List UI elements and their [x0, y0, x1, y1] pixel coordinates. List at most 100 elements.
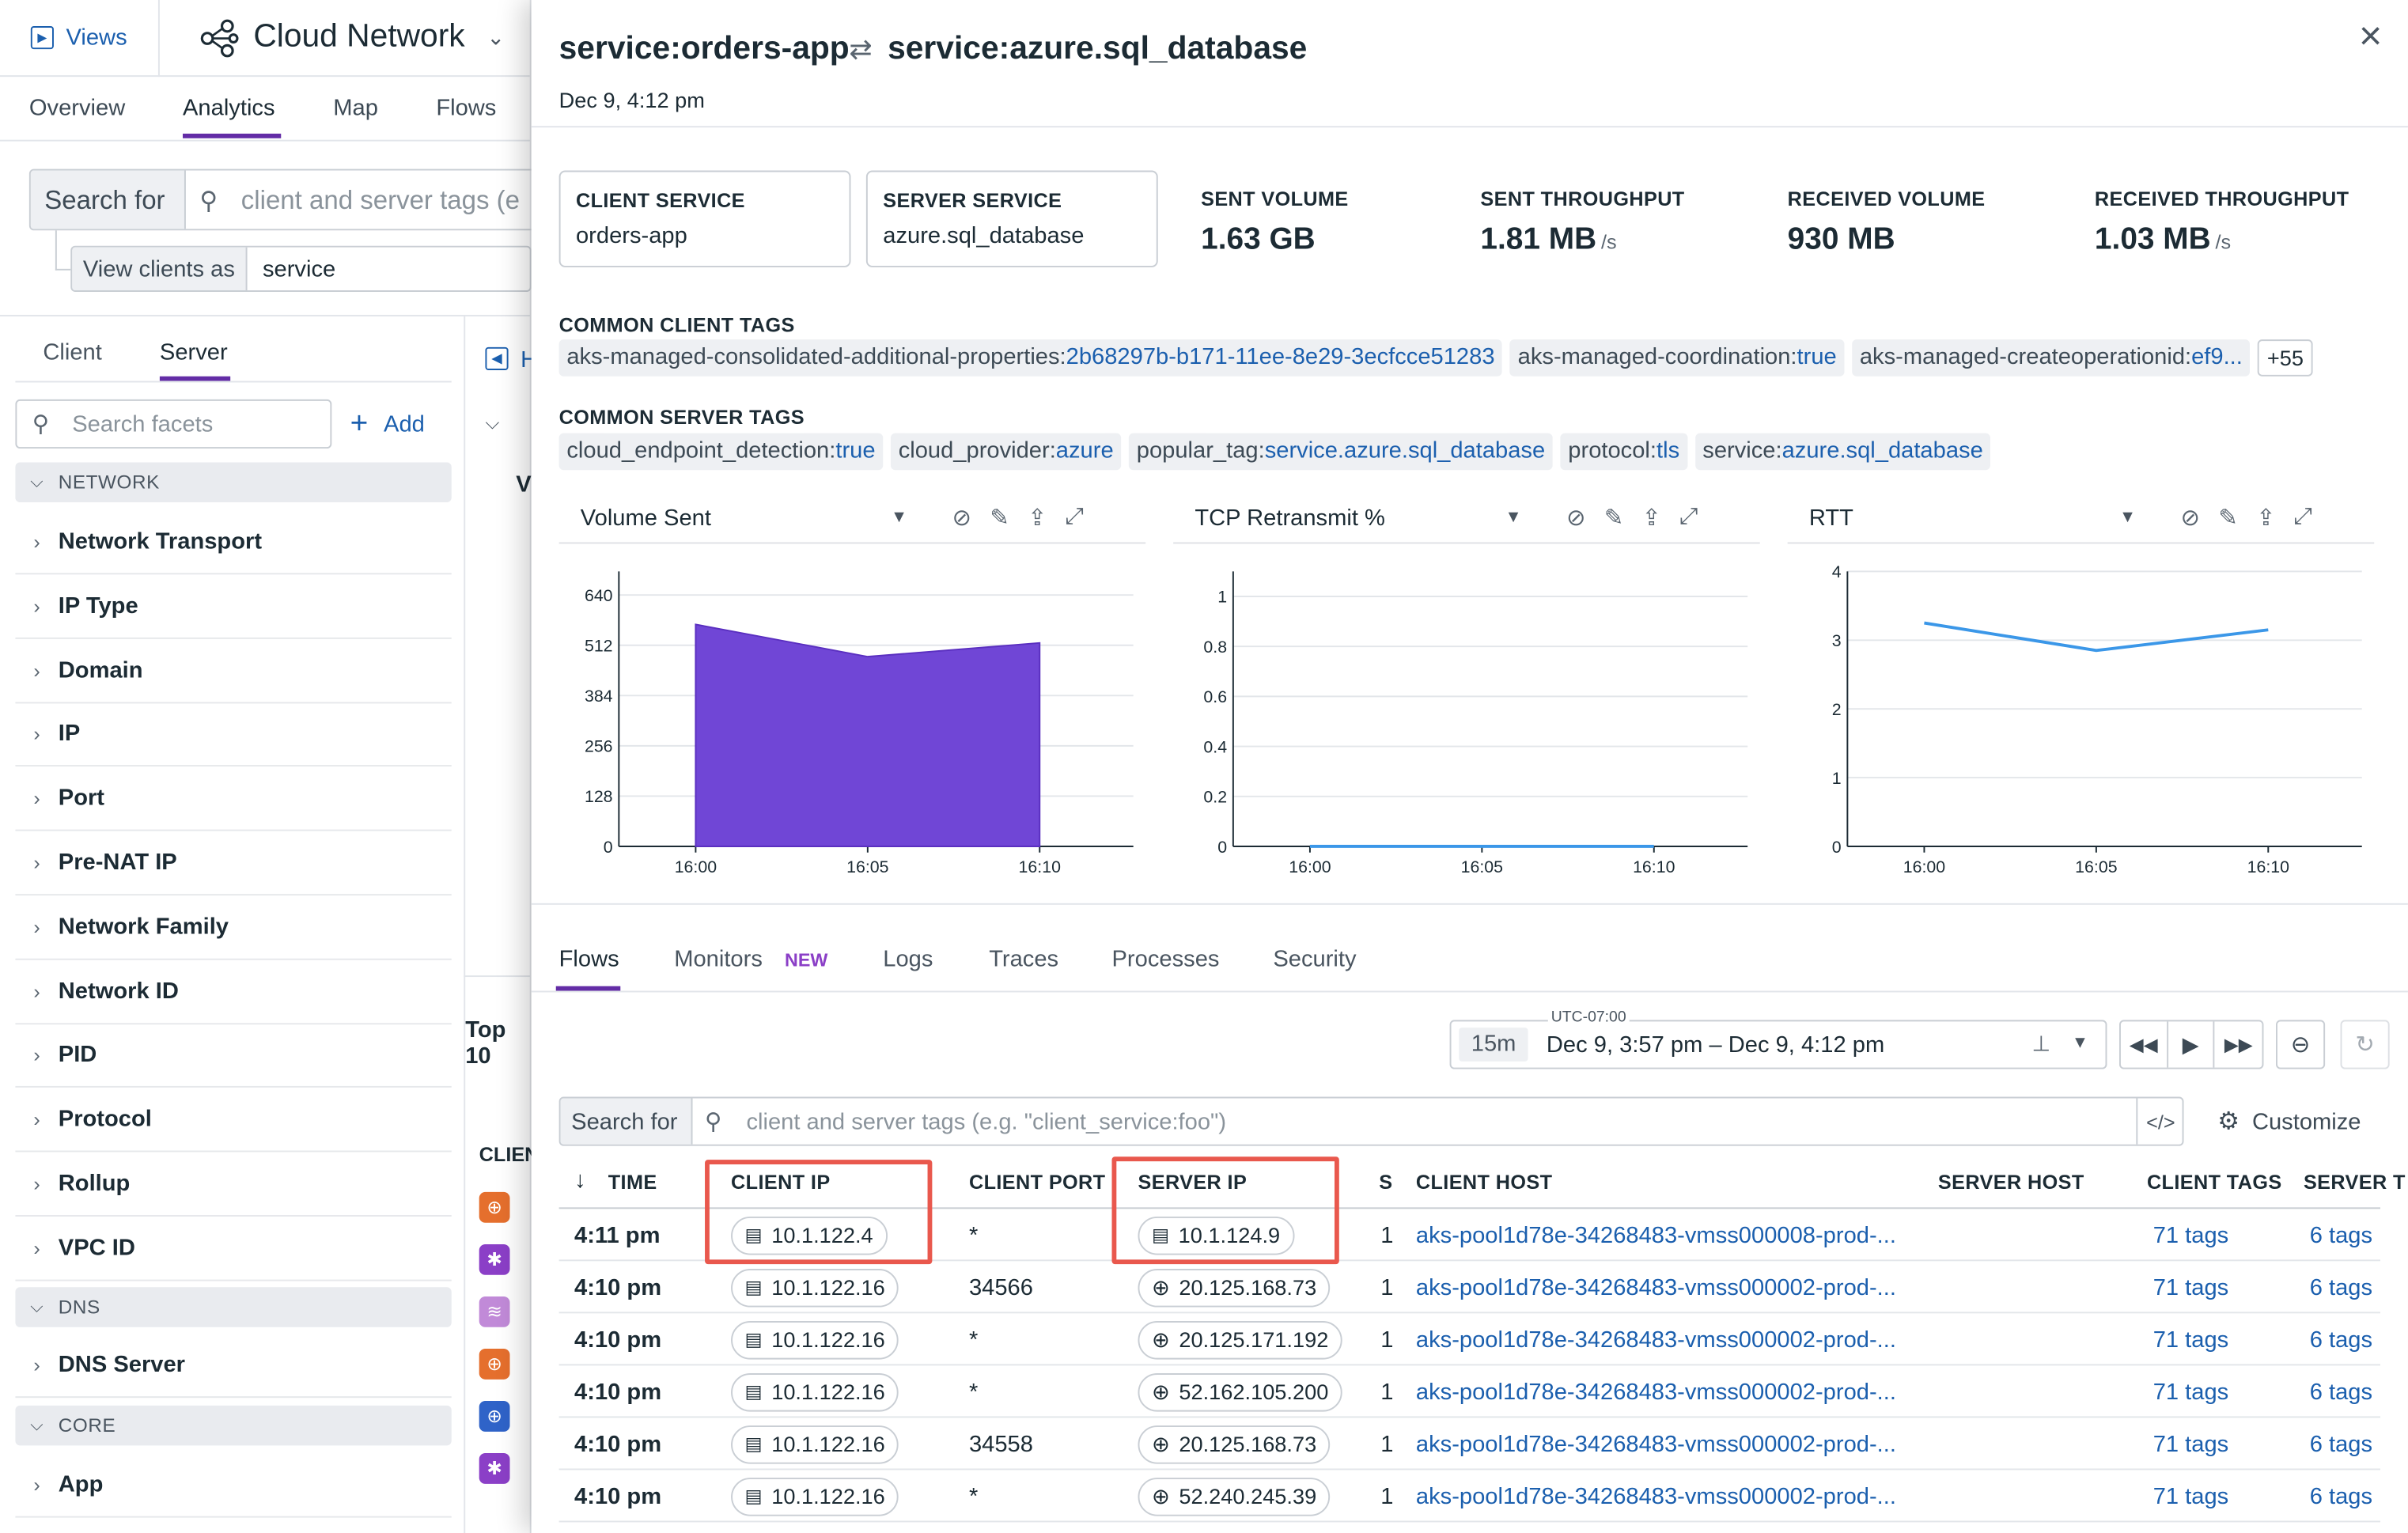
server-tag[interactable]: cloud_provider:azure [890, 433, 1122, 471]
play-icon[interactable]: ▶ [2168, 1021, 2216, 1068]
tab-processes[interactable]: Processes [1112, 946, 1220, 972]
section-network[interactable]: ⌵ NETWORK [15, 462, 452, 503]
facet-item[interactable]: › Domain [15, 638, 452, 703]
collapse-icon[interactable]: ◀ [485, 346, 509, 370]
server-ip-pill[interactable]: ⊕ 20.125.168.73 [1138, 1425, 1331, 1463]
more-tags-button[interactable]: +55 [2258, 339, 2313, 377]
facet-item[interactable]: › VPC ID [15, 1217, 452, 1281]
section-core[interactable]: ⌵ CORE [15, 1405, 452, 1446]
fullscreen-icon[interactable]: ⤢ [2294, 504, 2312, 532]
facet-tab-client[interactable]: Client [43, 339, 101, 365]
tab-traces[interactable]: Traces [989, 946, 1058, 972]
col-client-host[interactable]: CLIENT HOST [1416, 1171, 1553, 1194]
client-tags-link[interactable]: 71 tags [2153, 1261, 2229, 1313]
view-clients-as-select[interactable]: service [263, 256, 335, 282]
facet-tab-server[interactable]: Server [160, 339, 228, 365]
fullscreen-icon[interactable]: ⤢ [1066, 504, 1084, 532]
section-dns[interactable]: ⌵ DNS [15, 1287, 452, 1327]
widget-title[interactable]: RTT [1809, 505, 1853, 532]
tab-overview[interactable]: Overview [29, 95, 125, 121]
server-ip-pill[interactable]: ⊕ 52.162.105.200 [1138, 1372, 1342, 1411]
facet-item[interactable]: › Protocol [15, 1088, 452, 1153]
search-input[interactable]: client and server tags (e [241, 186, 520, 217]
client-tag[interactable]: aks-managed-coordination:true [1509, 339, 1845, 377]
client-service-card[interactable]: CLIENT SERVICE orders-app [558, 170, 851, 267]
widget-title[interactable]: TCP Retransmit % [1195, 505, 1385, 532]
server-service-card[interactable]: SERVER SERVICE azure.sql_database [865, 170, 1158, 267]
refresh-icon[interactable]: ↻ [2340, 1020, 2390, 1069]
code-icon[interactable]: </> [2136, 1098, 2182, 1145]
chevron-down-icon[interactable]: ▼ [1505, 509, 1521, 527]
facet-item[interactable]: › Network Transport [15, 510, 452, 575]
sort-desc-icon[interactable]: ↓ [574, 1168, 586, 1194]
client-tags-link[interactable]: 71 tags [2153, 1313, 2229, 1365]
facet-app[interactable]: › App [15, 1453, 452, 1518]
hide-icon[interactable]: ⊘ [2181, 504, 2200, 532]
table-row[interactable]: 4:10 pm ▤ 10.1.122.16 * ⊕ 52.162.105.200 1 aks-… [558, 1365, 2381, 1418]
facet-item[interactable]: › IP Type [15, 574, 452, 639]
server-tag[interactable]: popular_tag:service.azure.sql_database [1129, 433, 1553, 471]
facet-item[interactable]: › Pre-NAT IP [15, 831, 452, 896]
server-tag[interactable]: protocol:tls [1560, 433, 1687, 471]
fullscreen-icon[interactable]: ⤢ [1679, 504, 1698, 532]
export-icon[interactable]: ⇪ [2256, 504, 2275, 532]
client-host-link[interactable]: aks-pool1d78e-34268483-vmss000002-prod-.… [1416, 1470, 1896, 1522]
col-server-tags[interactable]: SERVER T [2304, 1171, 2406, 1194]
server-tags-link[interactable]: 6 tags [2310, 1209, 2372, 1261]
client-tag[interactable]: aks-managed-createoperationid:ef9... [1852, 339, 2251, 377]
table-row[interactable]: 4:10 pm ▤ 10.1.122.16 * ⊕ 20.125.171.192 1 aks-… [558, 1313, 2381, 1366]
export-icon[interactable]: ⇪ [1028, 504, 1047, 532]
tab-analytics[interactable]: Analytics [183, 95, 275, 121]
server-tag[interactable]: service:azure.sql_database [1694, 433, 1991, 471]
client-host-link[interactable]: aks-pool1d78e-34268483-vmss000002-prod-.… [1416, 1418, 1896, 1470]
search-facets-input[interactable]: Search facets [72, 411, 213, 437]
tab-logs[interactable]: Logs [883, 946, 933, 972]
client-ip-pill[interactable]: ▤ 10.1.122.16 [731, 1425, 899, 1463]
server-tags-link[interactable]: 6 tags [2310, 1313, 2372, 1365]
tab-flows[interactable]: Flows [436, 95, 496, 121]
tab-security[interactable]: Security [1273, 946, 1356, 972]
chevron-down-icon[interactable]: ▼ [891, 509, 907, 527]
client-tags-link[interactable]: 71 tags [2153, 1470, 2229, 1522]
client-host-link[interactable]: aks-pool1d78e-34268483-vmss000002-prod-.… [1416, 1313, 1896, 1365]
tab-flows[interactable]: Flows [559, 946, 619, 972]
edit-icon[interactable]: ✎ [1604, 504, 1623, 532]
edit-icon[interactable]: ✎ [2218, 504, 2237, 532]
client-host-link[interactable]: aks-pool1d78e-34268483-vmss000002-prod-.… [1416, 1365, 1896, 1418]
chevron-down-icon[interactable]: ▼ [2119, 509, 2136, 527]
server-tags-link[interactable]: 6 tags [2310, 1418, 2372, 1470]
time-picker[interactable]: 15m Dec 9, 3:57 pm – Dec 9, 4:12 pm ⊥ ▼ [1449, 1020, 2107, 1069]
rewind-icon[interactable]: ◀◀ [2121, 1021, 2168, 1068]
client-tags-link[interactable]: 71 tags [2153, 1418, 2229, 1470]
export-icon[interactable]: ⇪ [1642, 504, 1661, 532]
facet-item[interactable]: › PID [15, 1024, 452, 1088]
flows-search-input[interactable]: client and server tags (e.g. "client_ser… [746, 1109, 1226, 1135]
zoom-out-icon[interactable]: ⊖ [2276, 1020, 2326, 1069]
client-ip-pill[interactable]: ▤ 10.1.122.16 [731, 1477, 899, 1516]
client-host-link[interactable]: aks-pool1d78e-34268483-vmss000002-prod-.… [1416, 1261, 1896, 1313]
tab-map[interactable]: Map [333, 95, 378, 121]
widget-title[interactable]: Volume Sent [581, 505, 711, 532]
product-switcher[interactable]: Cloud Network ⌄ [199, 15, 522, 61]
facet-item[interactable]: › Network ID [15, 960, 452, 1024]
facet-item[interactable]: › Port [15, 766, 452, 831]
table-row[interactable]: 4:10 pm ▤ 10.1.122.16 34558 ⊕ 20.125.168.73 1 a… [558, 1418, 2381, 1471]
add-facet-button[interactable]: + Add [350, 406, 425, 443]
table-row[interactable]: 4:10 pm ▤ 10.1.122.16 * ⊕ 52.240.245.39 1 aks-p… [558, 1470, 2381, 1523]
server-tags-link[interactable]: 6 tags [2310, 1365, 2372, 1418]
edit-icon[interactable]: ✎ [990, 504, 1009, 532]
fast-forward-icon[interactable]: ▶▶ [2215, 1021, 2262, 1067]
facet-item[interactable]: › IP [15, 702, 452, 767]
facet-item[interactable]: › Network Family [15, 895, 452, 960]
server-ip-pill[interactable]: ⊕ 20.125.171.192 [1138, 1320, 1342, 1359]
facet-dns-server[interactable]: › DNS Server [15, 1334, 452, 1399]
search-facets[interactable]: ⚲ Search facets [15, 399, 332, 449]
server-tag[interactable]: cloud_endpoint_detection:true [558, 433, 884, 471]
close-icon[interactable]: × [2359, 13, 2382, 60]
client-ip-pill[interactable]: ▤ 10.1.122.16 [731, 1372, 899, 1411]
client-tags-link[interactable]: 71 tags [2153, 1365, 2229, 1418]
server-tags-link[interactable]: 6 tags [2310, 1261, 2372, 1313]
col-client-tags[interactable]: CLIENT TAGS [2147, 1171, 2282, 1194]
hide-icon[interactable]: ⊘ [952, 504, 971, 532]
client-tag[interactable]: aks-managed-consolidated-additional-prop… [558, 339, 1503, 377]
